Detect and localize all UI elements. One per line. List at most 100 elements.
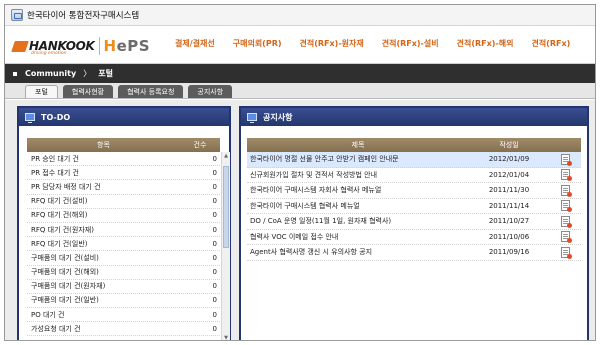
notice-view-cell [549, 200, 581, 213]
notice-date: 2011/10/27 [488, 217, 530, 226]
breadcrumb-current: 포털 [98, 69, 113, 78]
table-row[interactable]: 구매품의 대기 건(일반) 0 [27, 294, 220, 309]
document-icon[interactable] [560, 184, 572, 197]
notice-col-date: 작성일 [499, 141, 519, 149]
todo-item-label: PR 승인 대기 건 [31, 154, 79, 163]
document-icon[interactable] [560, 231, 572, 244]
todo-item-label: PO 대기 건 [31, 310, 65, 319]
todo-item-label: 구매품의 대기 건(해외) [31, 268, 99, 277]
todo-item-count[interactable]: 0 [200, 197, 220, 205]
table-row[interactable]: RFQ 대기 건(원자재) 0 [27, 223, 220, 238]
notice-date: 2011/11/14 [488, 201, 530, 210]
todo-item-count[interactable]: 0 [200, 169, 220, 177]
table-row[interactable]: PR 담당자 배정 대기 건 0 [27, 180, 220, 195]
notice-view-cell [549, 153, 581, 166]
todo-col-item: 항목 [97, 141, 110, 149]
notice-table: 한국타이어 명절 선물 안주고 안받기 캠페인 안내문 2012/01/09 신규회… [247, 152, 581, 261]
monitor-icon [247, 113, 257, 123]
todo-panel: TO-DO 항목 건수 PR 승인 대기 건 0 PR 접수 대기 건 0 PR 담당자… [17, 106, 231, 340]
breadcrumb-root[interactable]: Community [25, 69, 76, 78]
table-row[interactable]: RFQ 대기 건(설비) 0 [27, 195, 220, 209]
todo-item-label: RFQ 대기 건(해외) [31, 211, 88, 220]
notice-title-link[interactable]: 한국타이어 구매시스템 자회사 협력사 메뉴얼 [247, 185, 469, 195]
table-row[interactable]: 한국타이어 구매시스템 자회사 협력사 메뉴얼 2011/11/30 [247, 183, 581, 199]
notice-view-cell [549, 215, 581, 228]
todo-item-count[interactable]: 0 [200, 155, 220, 163]
todo-item-count[interactable]: 0 [200, 296, 220, 304]
todo-item-label: RFQ 대기 건(설비) [31, 197, 88, 206]
document-icon[interactable] [560, 246, 572, 259]
hankook-emblem-icon [11, 40, 29, 52]
document-icon[interactable] [560, 200, 572, 213]
main-nav-item[interactable]: 견적(RFx)-설비 [382, 38, 439, 49]
sub-tab[interactable]: 협력사현황 [62, 85, 114, 98]
table-row[interactable]: 한국타이어 구매시스템 협력사 메뉴얼 2011/11/14 [247, 199, 581, 214]
todo-item-label: RFQ 대기 건(원자재) [31, 225, 94, 234]
main-nav-item[interactable]: 견적(RFx) [531, 38, 570, 49]
table-row[interactable]: PO 대기 건 0 [27, 308, 220, 323]
notice-title: 공지사항 [263, 112, 293, 122]
document-icon[interactable] [560, 169, 572, 182]
scroll-thumb[interactable] [223, 166, 229, 248]
monitor-icon [25, 113, 35, 123]
notice-title-link[interactable]: 신규회원가입 절차 및 견적서 작성방법 안내 [247, 170, 469, 180]
notice-title-link[interactable]: 한국타이어 명절 선물 안주고 안받기 캠페인 안내문 [247, 154, 469, 164]
todo-item-count[interactable]: 0 [200, 226, 220, 234]
portal-content: TO-DO 항목 건수 PR 승인 대기 건 0 PR 접수 대기 건 0 PR 담당자… [5, 100, 595, 340]
table-row[interactable]: 구매품의 대기 건(원자재) 0 [27, 280, 220, 294]
todo-title: TO-DO [41, 112, 71, 122]
notice-date: 2012/01/09 [488, 155, 530, 164]
table-row[interactable]: PR 접수 대기 건 0 [27, 166, 220, 181]
todo-item-count[interactable]: 0 [200, 254, 220, 262]
table-row[interactable]: Agent사 협력사명 갱신 시 유의사항 공지 2011/09/16 [247, 245, 581, 261]
title-bar: 한국타이어 통합전자구매시스템 [5, 5, 595, 26]
table-row[interactable]: RFQ 대기 건(해외) 0 [27, 209, 220, 223]
todo-item-label: 가성요청 대기 건 [31, 324, 81, 333]
window-title: 한국타이어 통합전자구매시스템 [27, 11, 140, 21]
table-row[interactable]: RFQ 대기 건(일반) 0 [27, 237, 220, 252]
table-row[interactable]: 가성요청 대기 건 0 [27, 322, 220, 337]
notice-panel: 공지사항 제목 작성일 한국타이어 명절 선물 안주고 안받기 캠페인 안내문 2… [239, 106, 589, 340]
todo-item-count[interactable]: 0 [200, 211, 220, 219]
hankook-logo[interactable]: HANKOOK driving emotion HePS [11, 37, 151, 56]
scroll-down-arrow-icon[interactable]: ▼ [222, 334, 230, 340]
todo-item-count[interactable]: 0 [200, 311, 220, 319]
heps-logo: HePS [103, 37, 151, 55]
todo-item-label: RFQ 대기 건(일반) [31, 239, 88, 248]
notice-title-link[interactable]: DO / CoA 운영 일정(11월 1일, 원자재 협력사) [247, 216, 469, 226]
document-icon[interactable] [560, 153, 572, 166]
todo-item-count[interactable]: 0 [200, 325, 220, 333]
table-row[interactable]: 구매품의 대기 건(해외) 0 [27, 266, 220, 280]
notice-date: 2011/11/30 [488, 186, 530, 195]
sub-tab[interactable]: 포털 [25, 85, 58, 98]
notice-view-cell [549, 231, 581, 244]
notice-table-header: 제목 작성일 [247, 138, 581, 152]
todo-item-count[interactable]: 0 [200, 268, 220, 276]
sub-tab[interactable]: 협력사 등록요청 [118, 85, 184, 98]
todo-scrollbar[interactable]: ▲ ▼ [221, 152, 230, 340]
table-row[interactable]: 신규회원가입 절차 및 견적서 작성방법 안내 2012/01/04 [247, 168, 581, 183]
table-row[interactable]: 한국타이어 명절 선물 안주고 안받기 캠페인 안내문 2012/01/09 [247, 152, 581, 168]
main-nav-item[interactable]: 구매의뢰(PR) [233, 38, 282, 49]
notice-title-link[interactable]: 협력사 VOC 이메일 접수 안내 [247, 232, 469, 242]
notice-panel-header: 공지사항 [241, 108, 587, 126]
todo-item-label: PR 담당자 배정 대기 건 [31, 182, 101, 191]
table-row[interactable]: 구매품의 대기 건(설비) 0 [27, 251, 220, 266]
todo-item-count[interactable]: 0 [200, 183, 220, 191]
todo-table-header: 항목 건수 [27, 138, 220, 152]
scroll-up-arrow-icon[interactable]: ▲ [222, 152, 230, 160]
table-row[interactable]: 협력사 VOC 이메일 접수 안내 2011/10/06 [247, 230, 581, 245]
todo-item-count[interactable]: 0 [200, 240, 220, 248]
browser-icon [11, 9, 23, 21]
sub-tab[interactable]: 공지사항 [188, 85, 233, 98]
notice-title-link[interactable]: Agent사 협력사명 갱신 시 유의사항 공지 [247, 247, 469, 257]
main-nav-item[interactable]: 결제/결재선 [175, 38, 215, 49]
main-nav-item[interactable]: 견적(RFx)-원자재 [300, 38, 364, 49]
notice-date: 2011/10/06 [488, 232, 530, 241]
table-row[interactable]: PR 승인 대기 건 0 [27, 152, 220, 167]
table-row[interactable]: DO / CoA 운영 일정(11월 1일, 원자재 협력사) 2011/10/2… [247, 214, 581, 230]
notice-title-link[interactable]: 한국타이어 구매시스템 협력사 메뉴얼 [247, 201, 469, 211]
todo-item-count[interactable]: 0 [200, 282, 220, 290]
document-icon[interactable] [560, 215, 572, 228]
main-nav-item[interactable]: 견적(RFx)-해외 [457, 38, 514, 49]
